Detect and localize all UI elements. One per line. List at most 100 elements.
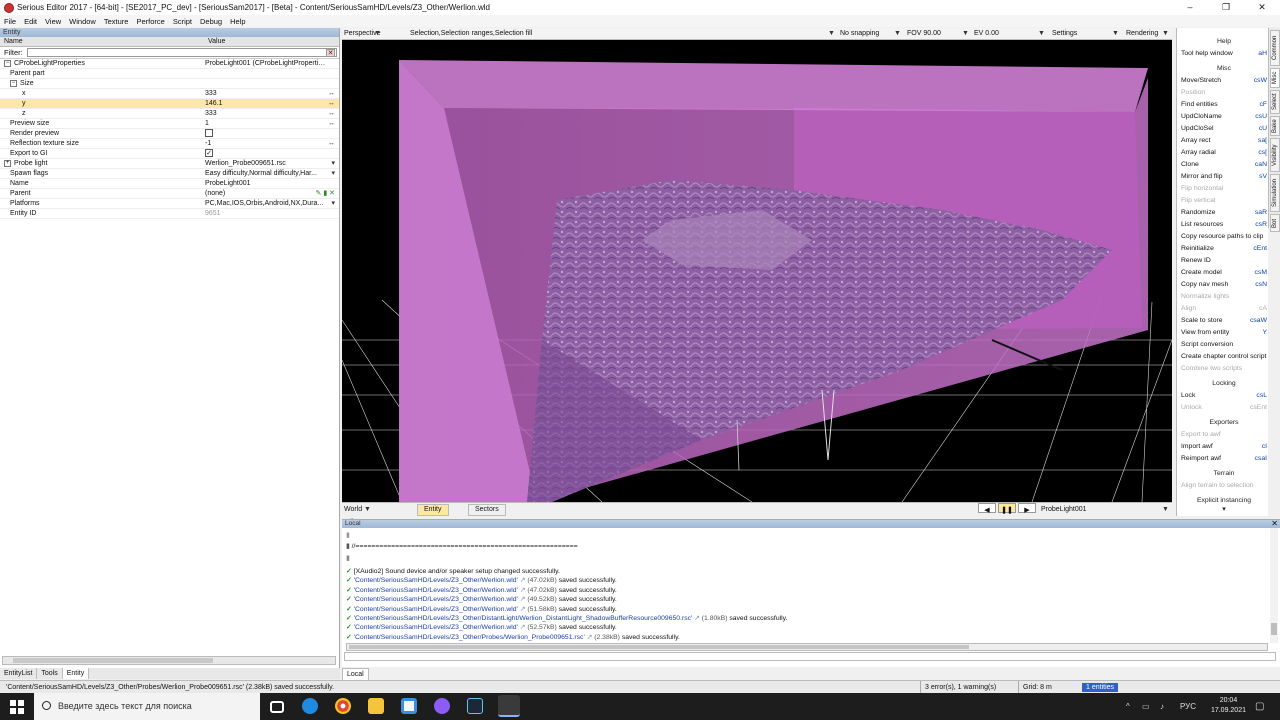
tool-button[interactable]: Export to awf	[1181, 431, 1267, 438]
property-value[interactable]: 333	[205, 109, 327, 119]
close-log-icon[interactable]: ✕	[1271, 520, 1278, 528]
network-icon[interactable]: ▭	[1142, 693, 1150, 720]
menu-help[interactable]: Help	[230, 17, 245, 26]
ev-field[interactable]: EV 0.00	[974, 28, 999, 40]
side-tab-visibility[interactable]: Visibility	[1270, 138, 1280, 172]
open-link-icon[interactable]: ↗	[518, 577, 527, 584]
menu-window[interactable]: Window	[69, 17, 96, 26]
steam-icon[interactable]	[467, 698, 483, 714]
property-row[interactable]: Preview size 1 ↔	[0, 119, 339, 129]
menu-script[interactable]: Script	[173, 17, 192, 26]
side-tab-common[interactable]: Common	[1270, 30, 1280, 66]
minimize-button[interactable]: –	[1172, 0, 1208, 15]
tool-button[interactable]: Randomize saR	[1181, 209, 1267, 216]
volume-icon[interactable]: ♪	[1160, 693, 1164, 720]
selection-mode-dropdown[interactable]: Selection,Selection ranges,Selection fil…	[410, 28, 532, 40]
log-horizontal-scrollbar[interactable]	[346, 643, 1268, 651]
close-button[interactable]: ✕	[1244, 0, 1280, 15]
discord-icon[interactable]	[434, 698, 450, 714]
drag-value-icon[interactable]: ↔	[328, 89, 335, 99]
log-file-link[interactable]: 'Content/SeriousSamHD/Levels/Z3_Other/We…	[354, 596, 518, 603]
property-value[interactable]: Easy difficulty,Normal difficulty,Har...	[205, 169, 327, 179]
prev-frame-button[interactable]: ◀	[978, 503, 996, 514]
side-tab-select[interactable]: Select	[1270, 90, 1280, 114]
tool-button[interactable]: Unlock csEnt	[1181, 404, 1267, 411]
menu-texture[interactable]: Texture	[104, 17, 129, 26]
menu-file[interactable]: File	[4, 17, 16, 26]
log-file-link[interactable]: 'Content/SeriousSamHD/Levels/Z3_Other/We…	[354, 624, 518, 631]
next-frame-button[interactable]: ▶	[1018, 503, 1036, 514]
tool-button[interactable]: Import awf cI	[1181, 443, 1267, 450]
log-file-link[interactable]: 'Content/SeriousSamHD/Levels/Z3_Other/We…	[354, 577, 518, 584]
maximize-button[interactable]: ❐	[1208, 0, 1244, 15]
serious-editor-taskbar-icon[interactable]	[498, 695, 520, 717]
tab-sectors[interactable]: Sectors	[468, 504, 506, 516]
tool-button[interactable]: Renew ID	[1181, 257, 1267, 264]
tool-button[interactable]: Script conversion	[1181, 341, 1267, 348]
log-file-link[interactable]: 'Content/SeriousSamHD/Levels/Z3_Other/We…	[354, 606, 518, 613]
property-value[interactable]: ProbeLight001 (CProbeLightProperties)	[205, 59, 327, 69]
tool-button[interactable]: Clone caN	[1181, 161, 1267, 168]
property-value[interactable]: Werlion_Probe009651.rsc	[205, 159, 327, 169]
tool-button[interactable]: Lock csL	[1181, 392, 1267, 399]
collapse-icon[interactable]: −	[4, 59, 11, 67]
open-link-icon[interactable]: ↗	[692, 615, 701, 622]
tool-button[interactable]: Flip horizontal	[1181, 185, 1267, 192]
property-value[interactable]: PC,Mac,IOS,Orbis,Android,NX,Dura...	[205, 199, 327, 209]
filter-input[interactable]	[26, 48, 337, 57]
property-row[interactable]: Platforms PC,Mac,IOS,Orbis,Android,NX,Dur…	[0, 199, 339, 209]
property-row[interactable]: y 146.1 ↔	[0, 99, 339, 109]
chrome-browser-icon[interactable]	[335, 698, 351, 714]
property-row[interactable]: + Probe light Werlion_Probe009651.rsc ▾	[0, 159, 339, 169]
property-row[interactable]: Reflection texture size -1 ↔	[0, 139, 339, 149]
collapse-icon[interactable]: −	[10, 79, 17, 87]
property-value[interactable]	[205, 129, 327, 139]
console-input[interactable]	[344, 652, 1276, 661]
property-value[interactable]: ProbeLight001	[205, 179, 327, 189]
tool-button[interactable]: UpdCloName csU	[1181, 113, 1267, 120]
edge-browser-icon[interactable]	[302, 698, 318, 714]
entity-selector-dropdown[interactable]: ProbeLight001	[1041, 503, 1087, 516]
tool-button[interactable]: Move/Stretch csW	[1181, 77, 1267, 84]
property-row[interactable]: z 333 ↔	[0, 109, 339, 119]
clock[interactable]: 20:04 17.09.2021	[1211, 696, 1246, 716]
snapping-dropdown[interactable]: No snapping	[840, 28, 879, 40]
drag-value-icon[interactable]: ↔	[328, 119, 335, 129]
property-row[interactable]: − Size	[0, 79, 339, 89]
chevron-down-icon[interactable]: ▾	[331, 159, 335, 169]
tab-entity-mode[interactable]: Entity	[417, 504, 449, 516]
store-icon[interactable]	[401, 698, 417, 714]
checkbox[interactable]: ✓	[205, 149, 213, 158]
taskbar-search-box[interactable]: Введите здесь текст для поиска	[34, 693, 260, 720]
side-tab-bake[interactable]: Bake	[1270, 116, 1280, 136]
tool-button[interactable]: Copy resource paths to clip	[1181, 233, 1267, 240]
edit-clear-icon[interactable]: ✎ ▮ ✕	[316, 189, 335, 199]
menu-view[interactable]: View	[45, 17, 61, 26]
tool-button[interactable]: Reinitialize cEnt	[1181, 245, 1267, 252]
3d-viewport[interactable]	[342, 40, 1172, 502]
column-value[interactable]: Value	[204, 37, 225, 46]
drag-value-icon[interactable]: ↔	[328, 99, 335, 109]
property-row[interactable]: Parent (none) ✎ ▮ ✕	[0, 189, 339, 199]
tool-button[interactable]: Normalize lights	[1181, 293, 1267, 300]
log-file-link[interactable]: 'Content/SeriousSamHD/Levels/Z3_Other/Pr…	[354, 634, 585, 641]
tool-button[interactable]: Mirror and flip sV	[1181, 173, 1267, 180]
tool-button[interactable]: List resources csR	[1181, 221, 1267, 228]
property-row[interactable]: x 333 ↔	[0, 89, 339, 99]
checkbox[interactable]	[205, 129, 213, 138]
open-link-icon[interactable]: ↗	[518, 606, 527, 613]
tool-button[interactable]: View from entity Y	[1181, 329, 1267, 336]
open-link-icon[interactable]: ↗	[518, 596, 527, 603]
tool-button[interactable]: Align cA	[1181, 305, 1267, 312]
tool-button[interactable]: Scale to store csaW	[1181, 317, 1267, 324]
drag-value-icon[interactable]: ↔	[328, 109, 335, 119]
log-file-link[interactable]: 'Content/SeriousSamHD/Levels/Z3_Other/We…	[354, 587, 518, 594]
drag-value-icon[interactable]: ↔	[328, 139, 335, 149]
side-tab-misc[interactable]: Misc	[1270, 68, 1280, 88]
clear-filter-icon[interactable]: ✕	[326, 49, 335, 57]
chevron-down-icon[interactable]: ▾	[331, 199, 335, 209]
property-value[interactable]: 333	[205, 89, 327, 99]
property-row[interactable]: Parent part	[0, 69, 339, 79]
scrollbar-thumb[interactable]	[349, 645, 969, 649]
property-row[interactable]: Name ProbeLight001	[0, 179, 339, 189]
